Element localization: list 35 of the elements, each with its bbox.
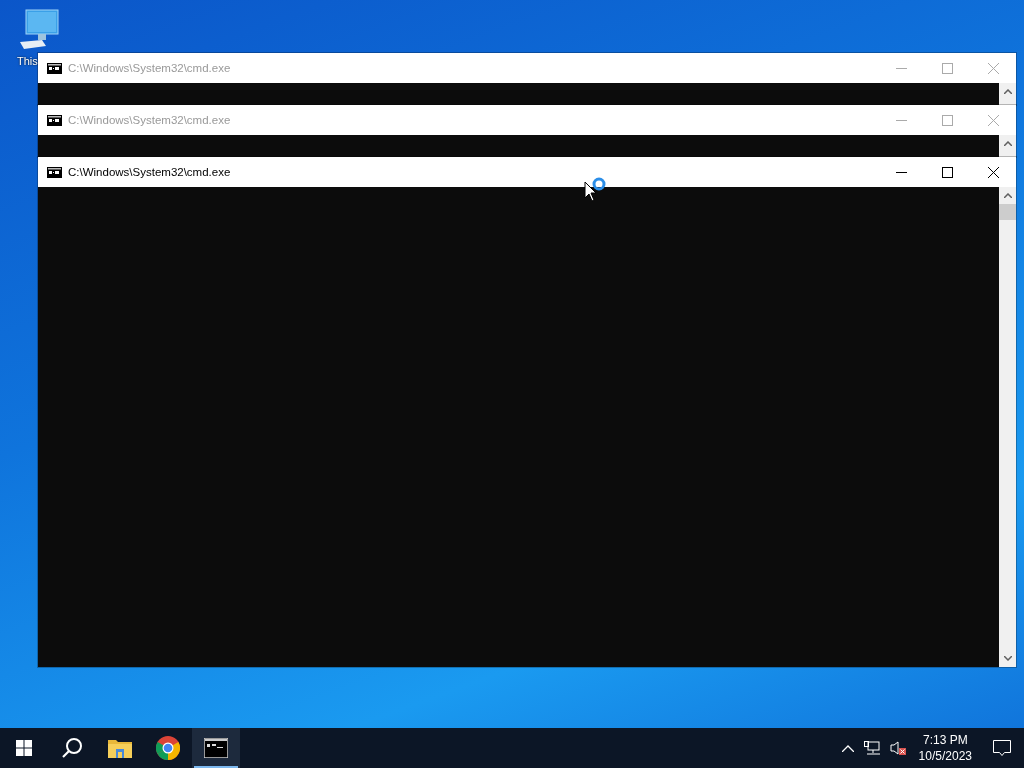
chevron-up-icon	[1003, 141, 1012, 146]
console-app-icon	[47, 166, 62, 178]
scrollbar[interactable]	[999, 135, 1016, 157]
scrollbar[interactable]	[999, 83, 1016, 105]
desktop-icon-label: This	[17, 55, 38, 67]
chevron-down-icon	[1003, 656, 1012, 661]
maximize-icon	[941, 114, 953, 126]
window-title: C:\Windows\System32\cmd.exe	[68, 166, 231, 178]
chevron-up-icon	[1003, 89, 1012, 94]
clock-date[interactable]: 10/5/2023	[918, 749, 972, 763]
window-title: C:\Windows\System32\cmd.exe	[68, 62, 231, 74]
minimize-icon	[895, 171, 907, 173]
clock-time[interactable]: 7:13 PM	[922, 733, 968, 747]
scrollbar-thumb[interactable]	[999, 204, 1016, 220]
caret-up-icon	[841, 744, 854, 752]
console-app-icon	[47, 114, 62, 126]
window-title: C:\Windows\System32\cmd.exe	[68, 114, 231, 126]
network-icon	[863, 741, 880, 755]
scrollbar[interactable]	[999, 187, 1016, 667]
chrome-browser-icon	[156, 736, 180, 760]
close-icon	[987, 166, 999, 178]
console-app-icon	[47, 62, 62, 74]
maximize-icon	[941, 62, 953, 74]
minimize-icon	[895, 67, 907, 69]
close-icon	[987, 62, 999, 74]
minimize-icon	[895, 119, 907, 121]
maximize-icon	[941, 166, 953, 178]
speech-bubble-icon	[993, 739, 1011, 757]
taskbar-button[interactable]	[192, 728, 240, 768]
search-icon	[61, 737, 83, 759]
chevron-up-icon	[1003, 193, 1012, 198]
close-icon	[987, 114, 999, 126]
windows-start-icon	[16, 740, 32, 756]
terminal-icon	[204, 738, 228, 758]
folder-icon	[108, 738, 132, 758]
